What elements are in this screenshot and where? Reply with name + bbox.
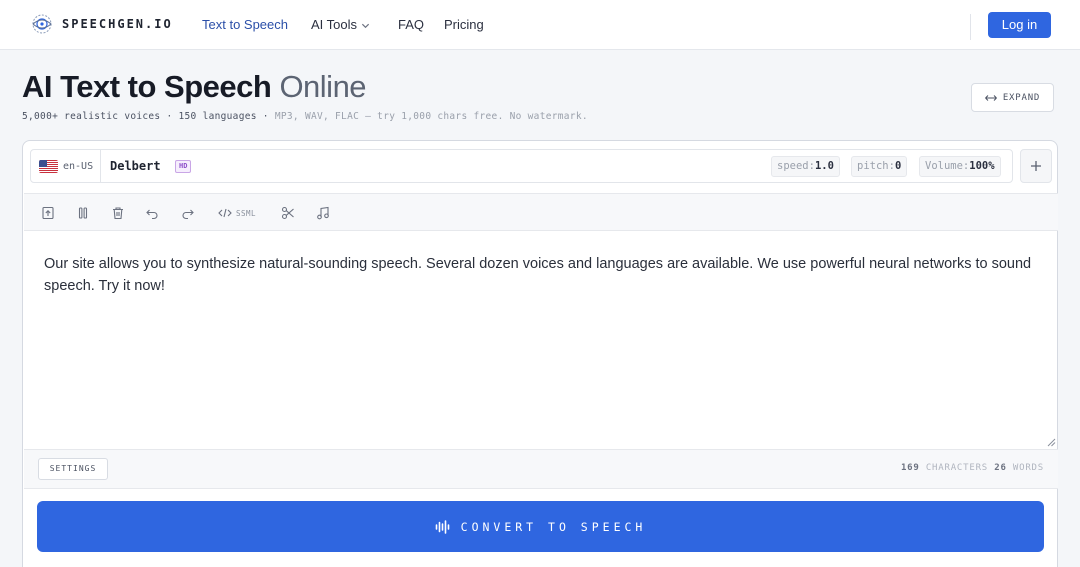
subtitle-strong: 5,000+ realistic voices · 150 languages …	[22, 111, 269, 122]
scissors-icon	[281, 206, 294, 220]
redo-button[interactable]	[181, 206, 195, 220]
chevron-down-icon	[361, 23, 370, 29]
expand-arrows-icon	[984, 94, 997, 101]
nav-link-label: AI Tools	[311, 17, 358, 32]
language-selector[interactable]: en-US	[31, 150, 101, 182]
nav-link-ai-tools[interactable]: AI Tools	[311, 17, 370, 32]
subtitle-dim: MP3, WAV, FLAC — try 1,000 chars free. N…	[274, 111, 588, 122]
clear-button[interactable]	[111, 206, 125, 220]
language-code: en-US	[63, 160, 94, 172]
music-note-icon	[317, 206, 329, 220]
nav-link-text-to-speech[interactable]: Text to Speech	[202, 17, 288, 32]
character-word-count: 169 CHARACTERS 26 WORDS	[901, 463, 1044, 473]
pitch-control[interactable]: pitch:0	[851, 156, 908, 177]
music-button[interactable]	[316, 206, 330, 220]
settings-button[interactable]: SETTINGS	[38, 458, 108, 480]
nav-divider	[970, 14, 971, 40]
speed-label: speed:	[777, 160, 815, 172]
voice-name[interactable]: Delbert	[110, 159, 161, 173]
ssml-code-icon	[218, 208, 232, 218]
top-nav: SPEECHGEN.IO Text to Speech AI Tools FAQ…	[0, 0, 1080, 50]
login-button[interactable]: Log in	[988, 12, 1051, 38]
char-label: CHARACTERS	[925, 463, 989, 473]
page-title-light: Online	[279, 69, 367, 104]
word-label: WORDS	[1012, 463, 1044, 473]
expand-label: EXPAND	[1002, 92, 1041, 103]
volume-value: 100%	[969, 160, 995, 172]
expand-button[interactable]: EXPAND	[971, 83, 1054, 112]
ssml-button[interactable]: SSML	[218, 206, 256, 220]
page-subtitle: 5,000+ realistic voices · 150 languages …	[22, 111, 588, 122]
logo-text: SPEECHGEN.IO	[62, 17, 173, 31]
undo-button[interactable]	[145, 206, 159, 220]
pause-button[interactable]	[76, 206, 90, 220]
us-flag-icon	[39, 159, 58, 173]
voice-selector-row: en-US Delbert HD speed:1.0 pitch:0 Volum…	[30, 149, 1013, 183]
speed-control[interactable]: speed:1.0	[771, 156, 840, 177]
convert-label: CONVERT TO SPEECH	[460, 519, 647, 534]
pause-icon	[78, 207, 88, 219]
logo-icon	[32, 14, 52, 34]
nav-link-pricing[interactable]: Pricing	[444, 17, 484, 32]
redo-icon	[182, 209, 194, 220]
sound-wave-icon	[435, 519, 449, 534]
volume-label: Volume:	[925, 160, 970, 172]
word-count: 26	[994, 463, 1007, 473]
page-title: AI Text to Speech Online	[22, 69, 367, 105]
upload-button[interactable]	[41, 206, 55, 220]
tts-editor-card: en-US Delbert HD speed:1.0 pitch:0 Volum…	[22, 140, 1058, 567]
speed-value: 1.0	[814, 160, 834, 172]
undo-icon	[146, 209, 158, 220]
cut-button[interactable]	[281, 206, 295, 220]
volume-control[interactable]: Volume:100%	[919, 156, 1001, 177]
char-count: 169	[900, 463, 920, 473]
editor-toolbar: SSML	[24, 193, 1058, 231]
plus-icon	[1031, 161, 1041, 171]
page-title-main: AI Text to Speech	[22, 69, 272, 104]
trash-icon	[113, 207, 123, 220]
pitch-value: 0	[894, 160, 902, 172]
hd-badge: HD	[175, 160, 192, 173]
ssml-label: SSML	[236, 208, 257, 218]
convert-to-speech-button[interactable]: CONVERT TO SPEECH	[37, 501, 1044, 552]
logo[interactable]: SPEECHGEN.IO	[30, 12, 173, 36]
text-editor[interactable]: Our site allows you to synthesize natura…	[44, 254, 1039, 297]
upload-icon	[42, 206, 54, 220]
pitch-label: pitch:	[857, 160, 895, 172]
editor-footer: SETTINGS 169 CHARACTERS 26 WORDS	[24, 449, 1058, 489]
resize-handle-icon[interactable]	[1047, 438, 1056, 447]
add-voice-button[interactable]	[1020, 149, 1052, 183]
nav-link-faq[interactable]: FAQ	[398, 17, 424, 32]
